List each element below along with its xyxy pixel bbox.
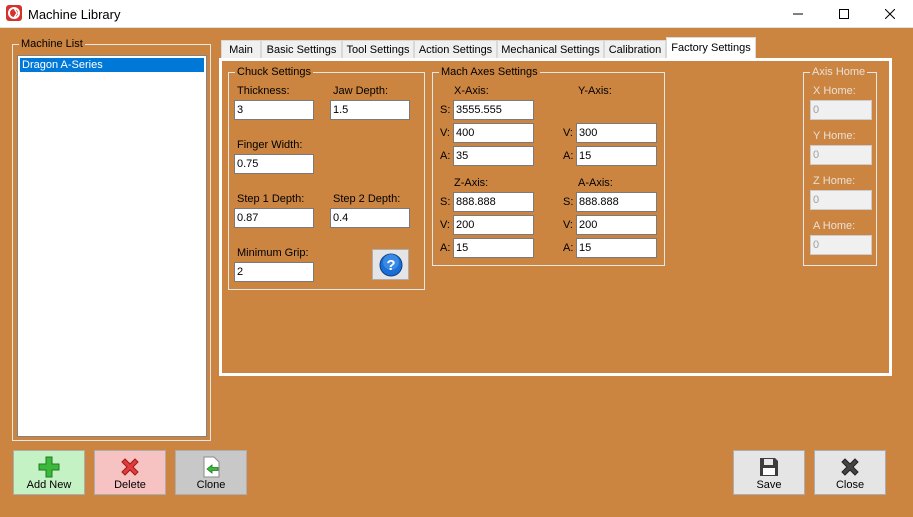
- step1-depth-label: Step 1 Depth:: [237, 193, 305, 205]
- close-x-icon: [841, 458, 859, 476]
- z-v-label: V:: [440, 219, 450, 231]
- maximize-button[interactable]: [821, 0, 867, 28]
- jaw-depth-label: Jaw Depth:: [333, 85, 389, 97]
- z-axis-label: Z-Axis:: [454, 177, 489, 189]
- tab-action-settings[interactable]: Action Settings: [414, 40, 497, 59]
- floppy-disk-icon: [760, 458, 778, 476]
- x-v-input[interactable]: 400: [453, 123, 534, 143]
- add-new-button[interactable]: Add New: [13, 450, 85, 495]
- mach-axes-title: Mach Axes Settings: [439, 65, 540, 79]
- z-home-label: Z Home:: [813, 175, 856, 187]
- y-a-input[interactable]: 15: [576, 146, 657, 166]
- step1-depth-input[interactable]: 0.87: [234, 208, 314, 228]
- x-home-label: X Home:: [813, 85, 856, 97]
- close-button[interactable]: Close: [814, 450, 886, 495]
- delete-button[interactable]: Delete: [94, 450, 166, 495]
- minimize-icon: [793, 13, 803, 15]
- y-a-label: A:: [563, 150, 574, 162]
- window-title: Machine Library: [28, 7, 121, 22]
- x-s-input[interactable]: 3555.555: [453, 100, 534, 120]
- maximize-icon: [839, 9, 849, 19]
- y-v-input[interactable]: 300: [576, 123, 657, 143]
- thickness-input[interactable]: 3: [234, 100, 314, 120]
- minimize-button[interactable]: [775, 0, 821, 28]
- close-window-button[interactable]: [867, 0, 913, 28]
- a-s-label: S:: [563, 196, 574, 208]
- z-a-input[interactable]: 15: [453, 238, 534, 258]
- machine-listbox[interactable]: Dragon A-Series: [17, 55, 207, 437]
- tab-calibration[interactable]: Calibration: [604, 40, 666, 59]
- a-a-label: A:: [563, 242, 574, 254]
- tab-basic-settings[interactable]: Basic Settings: [261, 40, 342, 59]
- z-v-input[interactable]: 200: [453, 215, 534, 235]
- x-v-label: V:: [440, 127, 450, 139]
- title-bar: Machine Library: [0, 0, 913, 28]
- add-new-label: Add New: [26, 479, 72, 491]
- step2-depth-label: Step 2 Depth:: [333, 193, 401, 205]
- a-home-input: 0: [810, 235, 872, 255]
- a-v-label: V:: [563, 219, 573, 231]
- x-home-input: 0: [810, 100, 872, 120]
- finger-width-input[interactable]: 0.75: [234, 154, 314, 174]
- tab-tool-settings[interactable]: Tool Settings: [342, 40, 414, 59]
- plus-icon: [38, 456, 60, 478]
- x-s-label: S:: [440, 104, 451, 116]
- machine-list-item[interactable]: Dragon A-Series: [20, 58, 204, 72]
- clone-label: Clone: [196, 479, 226, 491]
- clone-button[interactable]: Clone: [175, 450, 247, 495]
- x-icon: [121, 458, 139, 476]
- y-v-label: V:: [563, 127, 573, 139]
- help-button[interactable]: ?: [372, 249, 409, 280]
- app-icon: [6, 5, 22, 21]
- a-home-label: A Home:: [813, 220, 856, 232]
- x-a-label: A:: [440, 150, 451, 162]
- thickness-label: Thickness:: [237, 85, 290, 97]
- jaw-depth-input[interactable]: 1.5: [330, 100, 410, 120]
- x-axis-label: X-Axis:: [454, 85, 489, 97]
- y-axis-label: Y-Axis:: [578, 85, 612, 97]
- tab-mechanical-settings[interactable]: Mechanical Settings: [497, 40, 604, 59]
- close-label: Close: [835, 479, 865, 491]
- chuck-settings-title: Chuck Settings: [235, 65, 313, 79]
- save-label: Save: [756, 479, 782, 491]
- clone-icon: [203, 456, 220, 478]
- machine-list-title: Machine List: [19, 37, 85, 51]
- delete-label: Delete: [114, 479, 146, 491]
- minimum-grip-label: Minimum Grip:: [237, 247, 309, 259]
- tab-main[interactable]: Main: [221, 40, 261, 59]
- y-home-label: Y Home:: [813, 130, 856, 142]
- a-v-input[interactable]: 200: [576, 215, 657, 235]
- y-home-input: 0: [810, 145, 872, 165]
- tab-factory-settings[interactable]: Factory Settings: [666, 37, 756, 60]
- z-s-input[interactable]: 888.888: [453, 192, 534, 212]
- a-a-input[interactable]: 15: [576, 238, 657, 258]
- a-axis-label: A-Axis:: [578, 177, 613, 189]
- step2-depth-input[interactable]: 0.4: [330, 208, 410, 228]
- axis-home-title: Axis Home: [810, 65, 868, 79]
- save-button[interactable]: Save: [733, 450, 805, 495]
- z-a-label: A:: [440, 242, 451, 254]
- x-a-input[interactable]: 35: [453, 146, 534, 166]
- help-icon: ?: [379, 253, 402, 276]
- svg-text:?: ?: [386, 257, 395, 274]
- close-icon: [885, 9, 895, 19]
- finger-width-label: Finger Width:: [237, 139, 303, 151]
- minimum-grip-input[interactable]: 2: [234, 262, 314, 282]
- z-s-label: S:: [440, 196, 451, 208]
- a-s-input[interactable]: 888.888: [576, 192, 657, 212]
- z-home-input: 0: [810, 190, 872, 210]
